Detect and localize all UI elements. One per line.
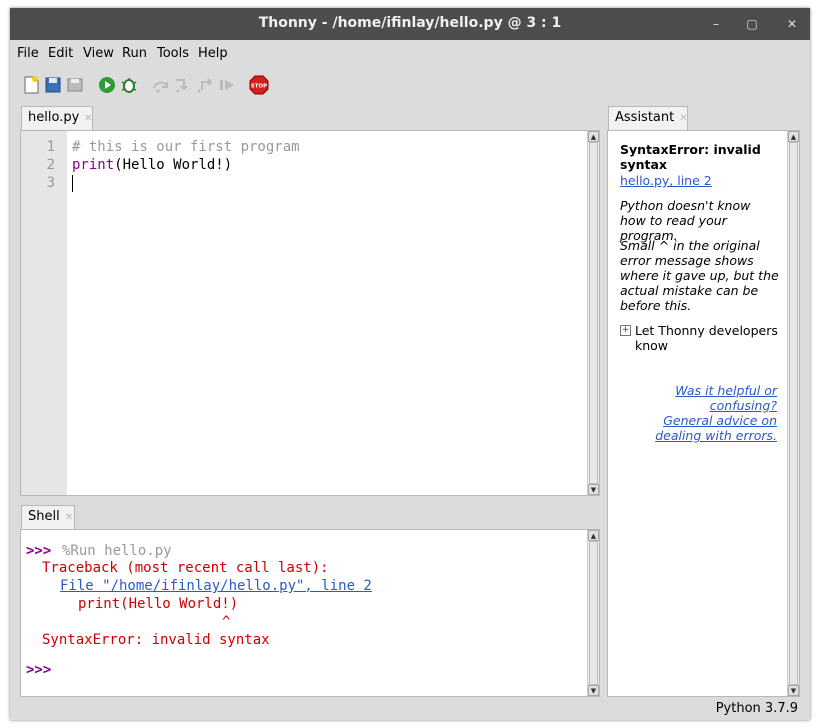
shell-tab-label: Shell — [28, 509, 60, 524]
shell-prompt-input[interactable]: >>> — [26, 662, 51, 678]
title-bar: Thonny - /home/ifinlay/hello.py @ 3 : 1 … — [10, 8, 810, 40]
editor-panel[interactable]: 1 2 3 # this is our first program print(… — [20, 130, 600, 496]
tab-assistant[interactable]: Assistant ✕ — [608, 106, 688, 130]
debug-icon[interactable] — [118, 74, 140, 96]
menu-file[interactable]: File — [17, 46, 39, 61]
assistant-location-link[interactable]: hello.py, line 2 — [620, 173, 780, 188]
tab-close-icon[interactable]: ✕ — [679, 113, 687, 124]
assistant-panel: SyntaxError: invalid syntax hello.py, li… — [607, 130, 800, 697]
general-advice-link[interactable]: General advice on dealing with errors. — [620, 413, 777, 443]
traceback-file-link[interactable]: File "/home/ifinlay/hello.py", line 2 — [60, 578, 372, 594]
scroll-up-icon[interactable]: ▲ — [588, 530, 599, 541]
shell-prompt: >>> — [26, 543, 52, 559]
traceback-text: Traceback (most recent call last): — [42, 560, 329, 576]
error-code-line: print(Hello World!) — [78, 596, 239, 612]
scroll-down-icon[interactable]: ▼ — [588, 484, 599, 495]
shell-panel[interactable]: >>> %Run hello.py Traceback (most recent… — [20, 529, 600, 697]
assistant-paragraph: Small ^ in the original error message sh… — [620, 238, 779, 313]
line-number: 3 — [46, 175, 55, 191]
scroll-down-icon[interactable]: ▼ — [788, 685, 799, 696]
text-cursor — [72, 175, 73, 192]
scroll-thumb[interactable] — [789, 142, 798, 685]
python-version-status[interactable]: Python 3.7.9 — [716, 701, 798, 716]
tab-hello-py[interactable]: hello.py ✕ — [21, 106, 93, 130]
shell-scrollbar[interactable]: ▲ ▼ — [587, 530, 599, 696]
thonny-window: Thonny - /home/ifinlay/hello.py @ 3 : 1 … — [10, 8, 810, 720]
tab-close-icon[interactable]: ✕ — [65, 512, 73, 523]
assistant-paragraph: Python doesn't know how to read your pro… — [620, 198, 751, 243]
expand-plus-icon[interactable]: + — [620, 325, 631, 336]
stop-icon[interactable]: STOP — [248, 74, 270, 96]
scroll-thumb[interactable] — [589, 142, 598, 484]
helpful-link[interactable]: Was it helpful or confusing? — [620, 383, 777, 413]
scroll-up-icon[interactable]: ▲ — [588, 131, 599, 142]
open-file-icon[interactable] — [42, 74, 64, 96]
assistant-scrollbar[interactable]: ▲ ▼ — [787, 131, 799, 696]
menu-run[interactable]: Run — [122, 46, 147, 61]
menu-help[interactable]: Help — [198, 46, 228, 61]
scroll-down-icon[interactable]: ▼ — [588, 685, 599, 696]
window-title: Thonny - /home/ifinlay/hello.py @ 3 : 1 — [258, 15, 562, 31]
tab-close-icon[interactable]: ✕ — [84, 113, 92, 124]
new-file-icon[interactable] — [20, 74, 42, 96]
line-number: 2 — [46, 157, 55, 173]
close-icon[interactable]: ✕ — [782, 14, 802, 34]
run-icon[interactable] — [96, 74, 118, 96]
step-over-icon[interactable] — [150, 74, 172, 96]
menu-bar: File Edit View Run Tools Help — [10, 42, 810, 64]
toolbar: STOP — [10, 70, 810, 100]
editor-tab-label: hello.py — [28, 110, 80, 125]
syntax-error-text: SyntaxError: invalid syntax — [42, 632, 270, 648]
stop-label: STOP — [251, 84, 267, 90]
step-out-icon[interactable] — [194, 74, 216, 96]
shell-run-command: %Run hello.py — [62, 543, 172, 559]
builtin-print: print — [72, 157, 115, 173]
step-into-icon[interactable] — [172, 74, 194, 96]
menu-tools[interactable]: Tools — [157, 46, 189, 61]
scroll-thumb[interactable] — [589, 541, 598, 685]
minimize-icon[interactable]: – — [706, 14, 726, 34]
error-caret: ^ — [222, 614, 231, 630]
code-args: (Hello World!) — [114, 157, 233, 173]
line-number: 1 — [46, 139, 55, 155]
menu-edit[interactable]: Edit — [48, 46, 73, 61]
menu-view[interactable]: View — [83, 46, 114, 61]
expander-label: Let Thonny developers know — [635, 323, 778, 353]
maximize-icon[interactable]: ▢ — [742, 14, 762, 34]
assistant-tab-label: Assistant — [615, 110, 675, 125]
editor-scrollbar[interactable]: ▲ ▼ — [587, 131, 599, 495]
assistant-heading: SyntaxError: invalid syntax — [620, 142, 761, 172]
line-number-gutter: 1 2 3 — [21, 131, 67, 495]
code-line-comment[interactable]: # this is our first program — [72, 139, 300, 155]
code-line-print[interactable]: print(Hello World!) — [72, 157, 232, 173]
save-file-icon[interactable] — [64, 74, 86, 96]
tab-shell[interactable]: Shell ✕ — [21, 505, 75, 529]
feedback-expander[interactable]: + Let Thonny developers know — [620, 323, 780, 353]
resume-icon[interactable] — [216, 74, 238, 96]
scroll-up-icon[interactable]: ▲ — [788, 131, 799, 142]
